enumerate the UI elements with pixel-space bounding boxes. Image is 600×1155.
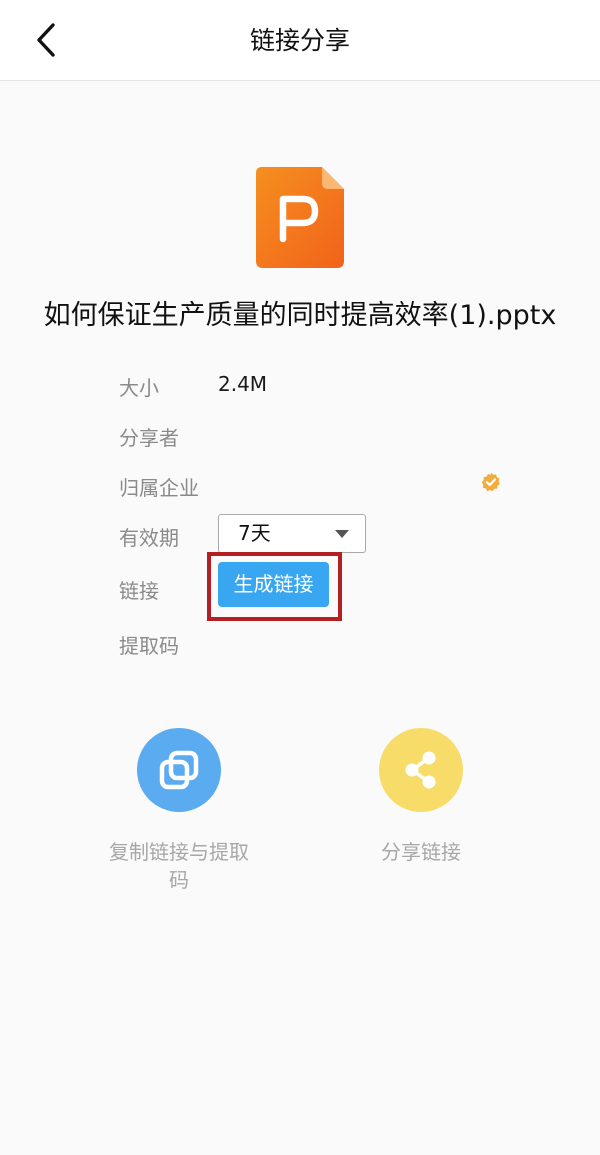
link-label: 链接	[119, 579, 159, 603]
dropdown-arrow-icon	[335, 530, 349, 538]
size-label: 大小	[119, 376, 159, 400]
pptx-file-icon	[256, 167, 344, 268]
top-bar: 链接分享	[0, 0, 600, 81]
validity-select-value: 7天	[238, 521, 271, 545]
verified-badge-icon	[481, 472, 500, 492]
generate-link-button[interactable]: 生成链接	[218, 562, 329, 607]
extraction-code-label: 提取码	[119, 634, 179, 658]
copy-link-button[interactable]	[137, 728, 221, 812]
page-title: 链接分享	[249, 26, 350, 55]
copy-link-label: 复制链接与提取码	[109, 840, 249, 892]
share-link-label: 分享链接	[381, 840, 461, 864]
file-name: 如何保证生产质量的同时提高效率(1).pptx	[43, 300, 557, 331]
validity-label: 有效期	[119, 526, 179, 550]
size-value: 2.4M	[218, 372, 268, 396]
share-link-button[interactable]	[379, 728, 463, 812]
validity-select[interactable]: 7天	[218, 514, 366, 553]
share-icon	[405, 751, 436, 789]
copy-icon	[159, 750, 199, 790]
sharer-label: 分享者	[119, 426, 179, 450]
company-label: 归属企业	[119, 476, 199, 500]
